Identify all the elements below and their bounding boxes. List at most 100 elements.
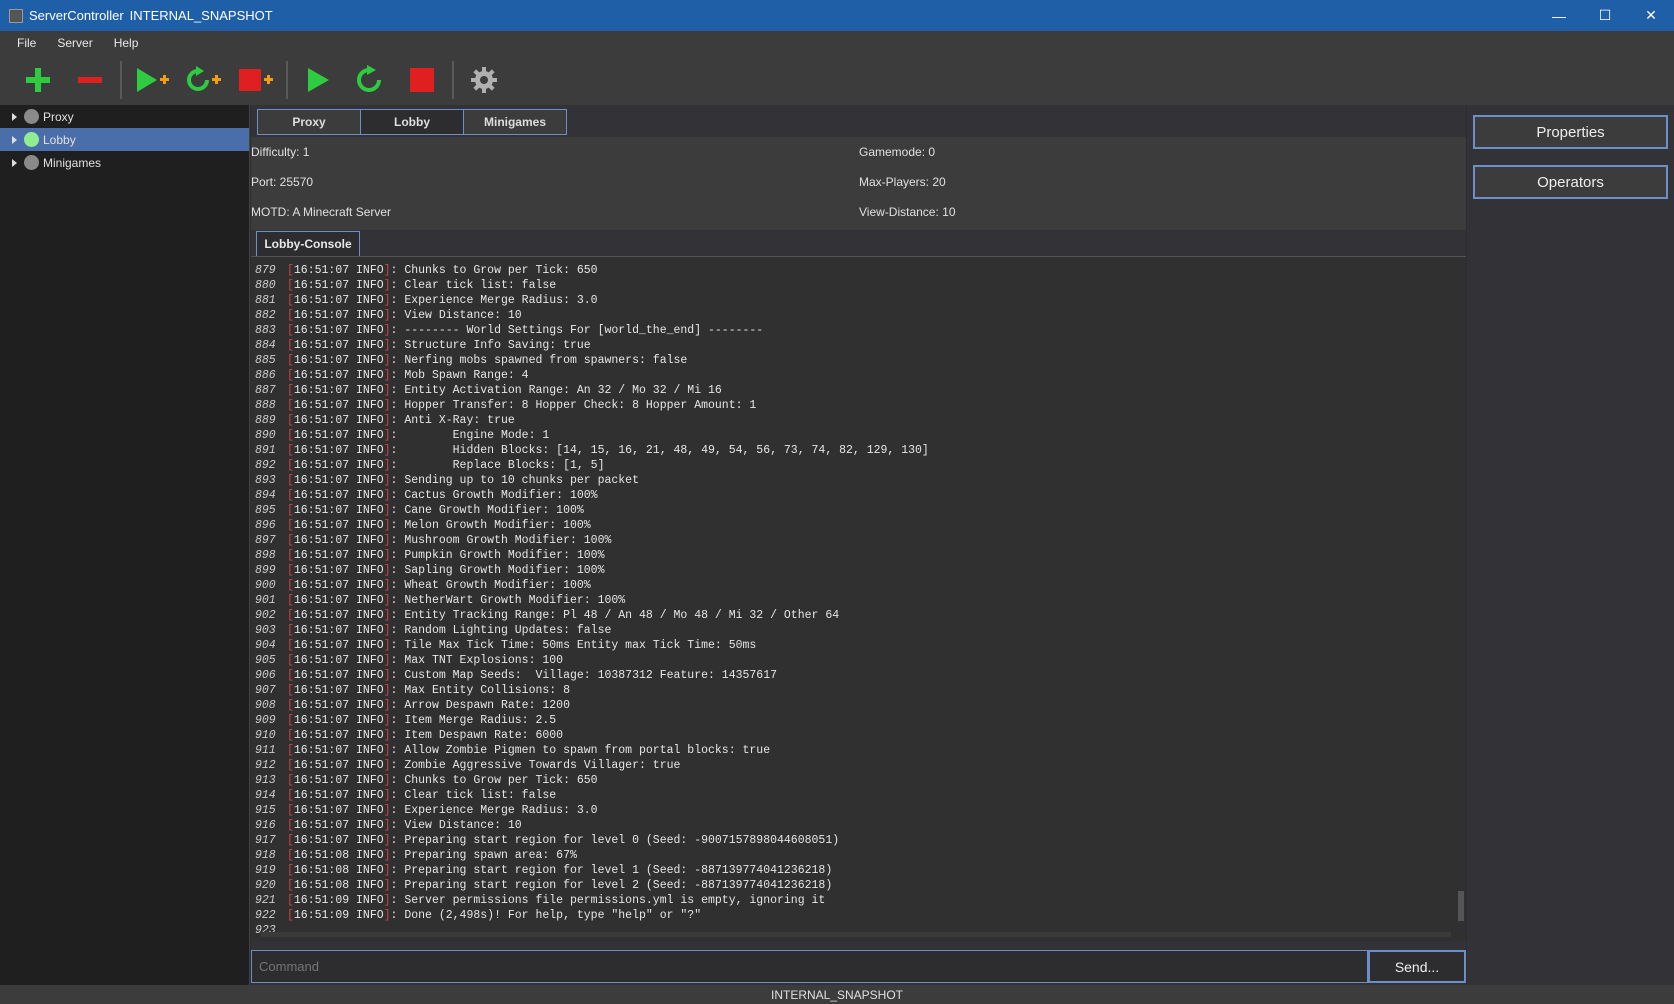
console-line: 906 [16:51:07 INFO]: Custom Map Seeds: Vi… <box>255 669 778 682</box>
tree-item-proxy[interactable]: Proxy <box>0 105 249 128</box>
settings-button[interactable] <box>460 60 508 100</box>
operators-button[interactable]: Operators <box>1473 165 1668 199</box>
console-line: 902 [16:51:07 INFO]: Entity Tracking Rang… <box>255 609 840 622</box>
console-line: 904 [16:51:07 INFO]: Tile Max Tick Time: … <box>255 639 757 652</box>
main-panel: Proxy Lobby Minigames Difficulty: 1 Gamemo… <box>251 105 1466 985</box>
menu-file[interactable]: File <box>0 36 45 50</box>
close-button[interactable]: ✕ <box>1628 0 1674 31</box>
server-tree: Proxy Lobby Minigames <box>0 105 250 985</box>
console-line: 883 [16:51:07 INFO]: -------- World Setti… <box>255 324 764 337</box>
console-line: 895 [16:51:07 INFO]: Cane Growth Modifier… <box>255 504 584 517</box>
menu-bar: File Server Help <box>0 31 1674 55</box>
status-indicator-icon <box>24 155 39 170</box>
console-scrollbar[interactable] <box>1458 891 1464 921</box>
max-players-label: Max-Players: 20 <box>859 175 946 189</box>
console-line: 919 [16:51:08 INFO]: Preparing start regi… <box>255 864 833 877</box>
tree-item-minigames[interactable]: Minigames <box>0 151 249 174</box>
console-line: 898 [16:51:07 INFO]: Pumpkin Growth Modif… <box>255 549 605 562</box>
console-line: 880 [16:51:07 INFO]: Clear tick list: fal… <box>255 279 557 292</box>
console-line: 901 [16:51:07 INFO]: NetherWart Growth Mo… <box>255 594 626 607</box>
status-bar: INTERNAL_SNAPSHOT <box>0 985 1674 1004</box>
menu-server[interactable]: Server <box>45 36 101 50</box>
tab-proxy[interactable]: Proxy <box>257 109 361 135</box>
stop-all-icon <box>239 69 273 91</box>
console-output[interactable]: 879 [16:51:07 INFO]: Chunks to Grow per T… <box>251 256 1466 941</box>
command-input[interactable] <box>251 950 1368 983</box>
status-indicator-icon <box>24 132 39 147</box>
status-indicator-icon <box>24 109 39 124</box>
start-all-icon <box>137 68 169 92</box>
console-line: 917 [16:51:07 INFO]: Preparing start regi… <box>255 834 840 847</box>
console-line: 892 [16:51:07 INFO]: Replace Blocks: [1, … <box>255 459 605 472</box>
console-line: 891 [16:51:07 INFO]: Hidden Blocks: [14, … <box>255 444 929 457</box>
status-text: INTERNAL_SNAPSHOT <box>770 987 904 1002</box>
console-line: 897 [16:51:07 INFO]: Mushroom Growth Modi… <box>255 534 612 547</box>
console-line: 905 [16:51:07 INFO]: Max TNT Explosions: … <box>255 654 564 667</box>
remove-server-icon <box>78 77 102 83</box>
restart-all-icon <box>187 66 221 91</box>
add-server-icon <box>26 68 50 92</box>
tab-lobby-console[interactable]: Lobby-Console <box>256 231 360 256</box>
console-line: 912 [16:51:07 INFO]: Zombie Aggressive To… <box>255 759 681 772</box>
remove-server-button[interactable] <box>66 60 114 100</box>
console-line: 887 [16:51:07 INFO]: Entity Activation Ra… <box>255 384 722 397</box>
start-all-button[interactable] <box>128 60 176 100</box>
server-tabs: Proxy Lobby Minigames <box>257 109 567 135</box>
toolbar-separator <box>286 61 288 99</box>
stop-icon <box>410 68 434 92</box>
console-line: 914 [16:51:07 INFO]: Clear tick list: fal… <box>255 789 557 802</box>
window-title: ServerController INTERNAL_SNAPSHOT <box>29 8 273 23</box>
console-line: 909 [16:51:07 INFO]: Item Merge Radius: 2… <box>255 714 557 727</box>
difficulty-label: Difficulty: 1 <box>251 145 310 159</box>
title-bar: ServerController INTERNAL_SNAPSHOT — ☐ ✕ <box>0 0 1674 31</box>
stop-all-button[interactable] <box>232 60 280 100</box>
expand-arrow-icon[interactable] <box>12 135 17 144</box>
console-line: 915 [16:51:07 INFO]: Experience Merge Rad… <box>255 804 598 817</box>
app-icon <box>9 8 23 23</box>
tab-minigames[interactable]: Minigames <box>463 109 567 135</box>
view-distance-label: View-Distance: 10 <box>859 205 956 219</box>
console-line: 916 [16:51:07 INFO]: View Distance: 10 <box>255 819 522 832</box>
tree-item-lobby[interactable]: Lobby <box>0 128 249 151</box>
toolbar-separator <box>120 61 122 99</box>
console-line: 922 [16:51:09 INFO]: Done (2,498s)! For h… <box>255 909 702 922</box>
console-line: 908 [16:51:07 INFO]: Arrow Despawn Rate: … <box>255 699 570 712</box>
console-line: 918 [16:51:08 INFO]: Preparing spawn area… <box>255 849 577 862</box>
port-label: Port: 25570 <box>251 175 314 189</box>
tree-item-label: Proxy <box>43 109 74 124</box>
console-line: 900 [16:51:07 INFO]: Wheat Growth Modifie… <box>255 579 591 592</box>
console-line: 881 [16:51:07 INFO]: Experience Merge Rad… <box>255 294 598 307</box>
console-line: 911 [16:51:07 INFO]: Allow Zombie Pigmen … <box>255 744 771 757</box>
console-line: 907 [16:51:07 INFO]: Max Entity Collision… <box>255 684 570 697</box>
server-info: Difficulty: 1 Gamemode: 0 Port: 25570 Ma… <box>251 137 1466 230</box>
start-icon <box>308 68 329 92</box>
motd-label: MOTD: A Minecraft Server <box>251 205 392 219</box>
console-line: 893 [16:51:07 INFO]: Sending up to 10 chu… <box>255 474 639 487</box>
console-line: 886 [16:51:07 INFO]: Mob Spawn Range: 4 <box>255 369 529 382</box>
add-server-button[interactable] <box>14 60 62 100</box>
gamemode-label: Gamemode: 0 <box>859 145 936 159</box>
console-line: 882 [16:51:07 INFO]: View Distance: 10 <box>255 309 522 322</box>
console-line: 921 [16:51:09 INFO]: Server permissions f… <box>255 894 826 907</box>
menu-help[interactable]: Help <box>102 36 148 50</box>
console-lines: 879 [16:51:07 INFO]: Chunks to Grow per T… <box>255 263 929 938</box>
right-panel: Properties Operators <box>1467 105 1674 985</box>
restart-all-button[interactable] <box>180 60 228 100</box>
restart-button[interactable] <box>346 60 394 100</box>
expand-arrow-icon[interactable] <box>12 158 17 167</box>
settings-icon <box>471 67 497 93</box>
expand-arrow-icon[interactable] <box>12 112 17 121</box>
send-button[interactable]: Send... <box>1368 950 1466 983</box>
minimize-button[interactable]: — <box>1536 0 1582 31</box>
tab-lobby[interactable]: Lobby <box>360 109 464 135</box>
console-hscrollbar[interactable] <box>261 932 1451 937</box>
stop-button[interactable] <box>398 60 446 100</box>
tree-item-label: Lobby <box>43 132 76 147</box>
console-line: 879 [16:51:07 INFO]: Chunks to Grow per T… <box>255 264 598 277</box>
console-line: 896 [16:51:07 INFO]: Melon Growth Modifie… <box>255 519 591 532</box>
console-line: 894 [16:51:07 INFO]: Cactus Growth Modifi… <box>255 489 598 502</box>
console-line: 899 [16:51:07 INFO]: Sapling Growth Modif… <box>255 564 605 577</box>
maximize-button[interactable]: ☐ <box>1582 0 1628 31</box>
start-button[interactable] <box>294 60 342 100</box>
properties-button[interactable]: Properties <box>1473 115 1668 149</box>
